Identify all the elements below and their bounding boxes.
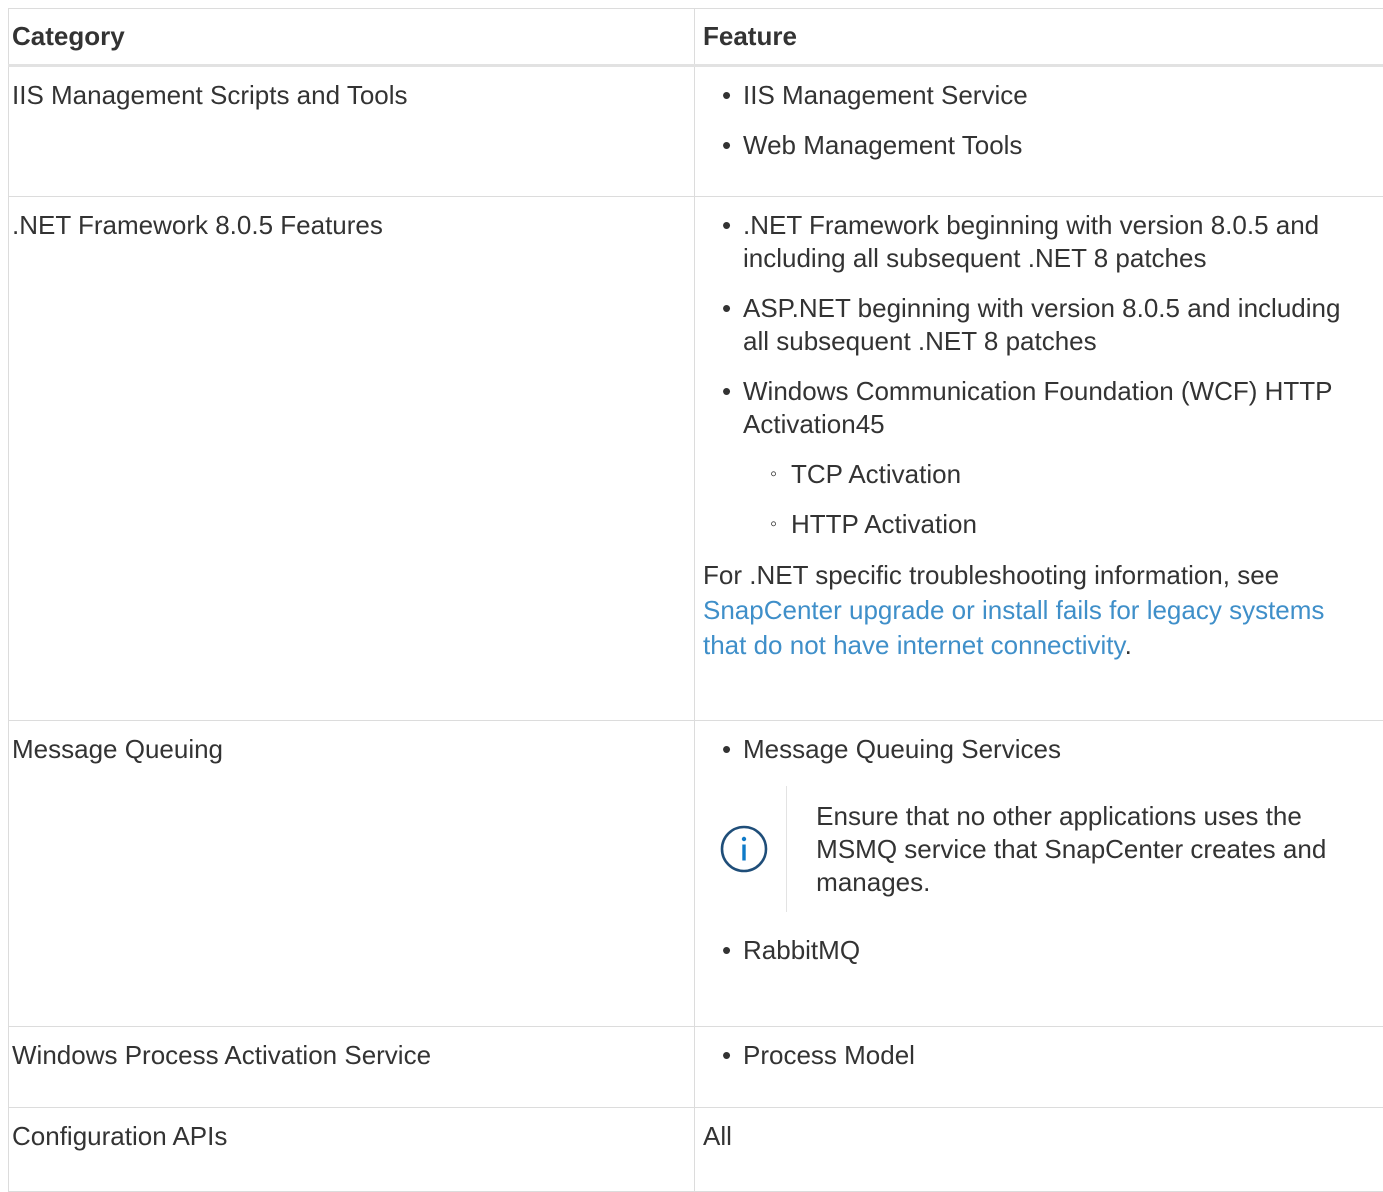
- header-row: Category Feature: [9, 9, 1383, 66]
- list-item: ASP.NET beginning with version 8.0.5 and…: [703, 292, 1373, 358]
- list-item: RabbitMQ: [703, 934, 1373, 967]
- features-table: Category Feature IIS Management Scripts …: [8, 8, 1383, 1192]
- list-item: Web Management Tools: [703, 129, 1373, 162]
- list-item: .NET Framework beginning with version 8.…: [703, 209, 1373, 275]
- feature-list: IIS Management Service Web Management To…: [703, 79, 1373, 162]
- category-header: Category: [9, 9, 695, 66]
- troubleshoot-link[interactable]: SnapCenter upgrade or install fails for …: [703, 595, 1324, 660]
- list-item: IIS Management Service: [703, 79, 1373, 112]
- feature-list: .NET Framework beginning with version 8.…: [703, 209, 1373, 541]
- note-text: Ensure that no other applications uses t…: [816, 800, 1373, 899]
- feature-cell: Process Model: [695, 1027, 1383, 1108]
- list-item: Windows Communication Foundation (WCF) H…: [703, 375, 1373, 541]
- category-cell: Windows Process Activation Service: [9, 1027, 695, 1108]
- list-item-text: Windows Communication Foundation (WCF) H…: [743, 376, 1332, 439]
- feature-list: Process Model: [703, 1039, 1373, 1072]
- troubleshoot-paragraph: For .NET specific troubleshooting inform…: [703, 558, 1373, 663]
- category-cell: Message Queuing: [9, 721, 695, 1027]
- list-item: Message Queuing Services Ensure that: [703, 733, 1373, 912]
- note-icon-wrap: [703, 786, 786, 912]
- note-callout: Ensure that no other applications uses t…: [703, 786, 1373, 912]
- feature-cell: All: [695, 1108, 1383, 1192]
- troubleshoot-end: .: [1125, 630, 1132, 660]
- table-row: Message Queuing Message Queuing Services: [9, 721, 1383, 1027]
- category-cell: IIS Management Scripts and Tools: [9, 66, 695, 197]
- info-circle-icon: [719, 824, 769, 874]
- feature-cell: .NET Framework beginning with version 8.…: [695, 197, 1383, 721]
- table-row: IIS Management Scripts and Tools IIS Man…: [9, 66, 1383, 197]
- sub-list-item: HTTP Activation: [703, 508, 1373, 541]
- table-row: Windows Process Activation Service Proce…: [9, 1027, 1383, 1108]
- category-cell: Configuration APIs: [9, 1108, 695, 1192]
- feature-list: Message Queuing Services Ensure that: [703, 733, 1373, 967]
- feature-cell: Message Queuing Services Ensure that: [695, 721, 1383, 1027]
- list-item-text: Message Queuing Services: [743, 734, 1061, 764]
- troubleshoot-text: For .NET specific troubleshooting inform…: [703, 560, 1279, 590]
- list-item: Process Model: [703, 1039, 1373, 1072]
- feature-cell: IIS Management Service Web Management To…: [695, 66, 1383, 197]
- table-row: Configuration APIs All: [9, 1108, 1383, 1192]
- feature-header: Feature: [695, 9, 1383, 66]
- category-cell: .NET Framework 8.0.5 Features: [9, 197, 695, 721]
- sub-feature-list: TCP Activation HTTP Activation: [743, 458, 1373, 541]
- sub-list-item: TCP Activation: [703, 458, 1373, 491]
- table-row: .NET Framework 8.0.5 Features .NET Frame…: [9, 197, 1383, 721]
